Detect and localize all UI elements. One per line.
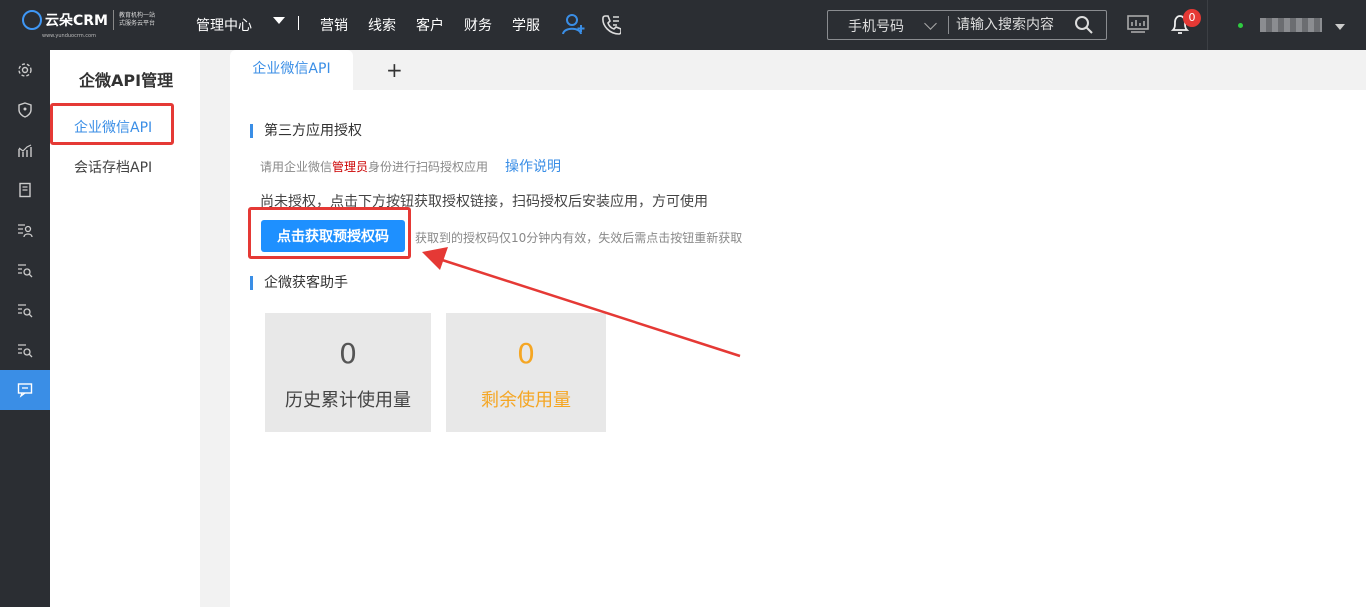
rail-documents[interactable] bbox=[0, 170, 50, 210]
rail-security[interactable] bbox=[0, 90, 50, 130]
slogan-line-2: 式服务云平台 bbox=[119, 20, 156, 27]
search-divider bbox=[948, 16, 949, 34]
online-status-dot bbox=[1238, 23, 1243, 28]
rail-contacts[interactable] bbox=[0, 210, 50, 250]
chevron-down-icon[interactable] bbox=[924, 17, 937, 30]
gear-icon bbox=[18, 63, 32, 77]
add-user-icon[interactable] bbox=[562, 12, 586, 36]
rail-search-list-3[interactable] bbox=[0, 330, 50, 370]
shield-icon bbox=[18, 102, 32, 118]
nav-customers[interactable]: 客户 bbox=[416, 15, 444, 35]
hint-admin-emphasis: 管理员 bbox=[332, 160, 369, 174]
main-panel: 第三方应用授权 请用企业微信管理员身份进行扫码授权应用 操作说明 尚未授权，点击… bbox=[230, 90, 1366, 607]
nav-divider bbox=[298, 16, 299, 30]
document-icon bbox=[19, 182, 31, 198]
nav-marketing[interactable]: 营销 bbox=[320, 15, 348, 35]
search-input[interactable] bbox=[956, 14, 1066, 36]
monitor-icon[interactable] bbox=[1127, 14, 1149, 34]
sidebar-title: 企微API管理 bbox=[79, 71, 174, 90]
contact-list-icon bbox=[18, 224, 33, 238]
stat-value-remaining: 0 bbox=[517, 337, 535, 370]
chat-monitor-icon bbox=[17, 383, 33, 398]
search-icon[interactable] bbox=[1074, 15, 1094, 35]
list-search-icon bbox=[18, 344, 33, 358]
user-menu-caret-icon[interactable] bbox=[1335, 24, 1345, 30]
stat-value-total: 0 bbox=[339, 337, 357, 370]
logo-divider bbox=[113, 10, 114, 30]
rail-wecom-api[interactable] bbox=[0, 370, 50, 410]
hint-text-1: 请用企业微信 bbox=[260, 160, 333, 174]
rail-settings[interactable] bbox=[0, 50, 50, 90]
help-link[interactable]: 操作说明 bbox=[505, 156, 561, 176]
button-hint: 获取到的授权码仅10分钟内有效，失效后需点击按钮重新获取 bbox=[415, 231, 743, 245]
stat-card-remaining: 0 剩余使用量 bbox=[446, 313, 606, 432]
icon-rail bbox=[0, 50, 50, 607]
sidebar-item-session-archive-api[interactable]: 会话存档API bbox=[74, 157, 152, 177]
cloud-logo-icon bbox=[22, 10, 42, 30]
brand-slogan: 教育机构一站 式服务云平台 bbox=[119, 12, 169, 28]
brand-name: 云朵CRM bbox=[45, 13, 108, 29]
stat-label-remaining: 剩余使用量 bbox=[481, 390, 571, 411]
brand-url: www.yunduocrm.com bbox=[42, 33, 96, 39]
rail-analytics[interactable] bbox=[0, 130, 50, 170]
section-title-assistant: 企微获客助手 bbox=[250, 276, 348, 290]
highlight-box-button bbox=[248, 207, 411, 259]
add-tab-button[interactable]: + bbox=[386, 58, 403, 82]
slogan-line-1: 教育机构一站 bbox=[119, 12, 156, 19]
nav-leads[interactable]: 线索 bbox=[368, 15, 396, 35]
list-search-icon bbox=[18, 264, 33, 278]
top-divider bbox=[1207, 0, 1208, 50]
rail-search-list-1[interactable] bbox=[0, 250, 50, 290]
notification-badge: 0 bbox=[1183, 9, 1201, 27]
brand-logo[interactable]: 云朵CRM www.yunduocrm.com 教育机构一站 式服务云平台 bbox=[22, 10, 169, 39]
stat-label-total: 历史累计使用量 bbox=[285, 390, 411, 411]
section-title-auth: 第三方应用授权 bbox=[250, 124, 362, 138]
search-type-select[interactable]: 手机号码 bbox=[848, 16, 904, 36]
phone-call-icon[interactable] bbox=[601, 14, 621, 36]
caret-down-icon[interactable] bbox=[273, 17, 285, 24]
nav-finance[interactable]: 财务 bbox=[464, 15, 492, 35]
top-nav: 营销 线索 客户 财务 学服 bbox=[320, 15, 560, 35]
stat-card-total-usage: 0 历史累计使用量 bbox=[265, 313, 431, 432]
nav-student-service[interactable]: 学服 bbox=[512, 15, 540, 35]
nav-management-center[interactable]: 管理中心 bbox=[196, 15, 252, 35]
top-bar: 云朵CRM www.yunduocrm.com 教育机构一站 式服务云平台 管理… bbox=[0, 0, 1366, 50]
auth-hint: 请用企业微信管理员身份进行扫码授权应用 bbox=[260, 158, 488, 175]
trend-chart-icon bbox=[18, 144, 32, 157]
user-name-blurred[interactable] bbox=[1260, 18, 1322, 32]
rail-search-list-2[interactable] bbox=[0, 290, 50, 330]
highlight-box-sidebar bbox=[50, 103, 174, 145]
tab-wecom-api[interactable]: 企业微信API bbox=[230, 50, 353, 90]
search-box: 手机号码 bbox=[827, 10, 1107, 40]
list-search-icon bbox=[18, 304, 33, 318]
hint-text-2: 身份进行扫码授权应用 bbox=[368, 160, 489, 174]
